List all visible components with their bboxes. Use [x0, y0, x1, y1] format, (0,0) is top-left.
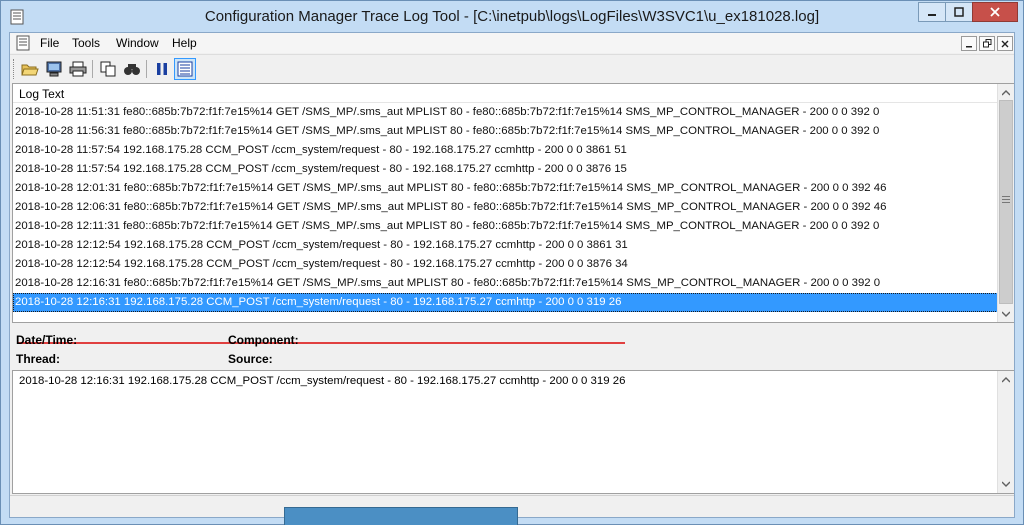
document-icon[interactable] [15, 35, 31, 51]
source-label: Source: [228, 352, 273, 366]
find-icon [124, 64, 140, 75]
title-bar[interactable]: Configuration Manager Trace Log Tool - [… [1, 1, 1023, 32]
window-title: Configuration Manager Trace Log Tool - [… [204, 8, 820, 25]
maximize-icon [954, 7, 964, 17]
scroll-track[interactable] [999, 100, 1013, 304]
log-rows[interactable]: 2018-10-28 11:51:31 fe80::685b:7b72:f1f:… [13, 103, 998, 323]
scroll-down-button[interactable] [998, 305, 1014, 322]
child-restore-button[interactable] [979, 36, 995, 51]
close-button[interactable] [972, 2, 1018, 22]
thread-label: Thread: [16, 352, 61, 366]
component-label: Component: [228, 333, 299, 347]
log-row[interactable]: 2018-10-28 12:12:54 192.168.175.28 CCM_P… [13, 236, 998, 255]
menu-file[interactable]: File [40, 36, 59, 50]
log-row[interactable]: 2018-10-28 11:57:54 192.168.175.28 CCM_P… [13, 160, 998, 179]
datetime-label: Date/Time: [16, 333, 78, 347]
highlight-icon [177, 61, 193, 77]
open-remote-button[interactable] [43, 58, 65, 80]
minimize-icon [966, 45, 972, 47]
copy-icon [100, 61, 116, 77]
log-row[interactable]: 2018-10-28 12:16:31 192.168.175.28 CCM_P… [13, 293, 998, 312]
scroll-up-button[interactable] [998, 84, 1014, 101]
highlight-button[interactable] [174, 58, 196, 80]
menu-bar: File Tools Window Help [10, 33, 1014, 53]
detail-text: 2018-10-28 12:16:31 192.168.175.28 CCM_P… [19, 375, 626, 387]
open-folder-icon [21, 64, 39, 76]
restore-icon [982, 39, 991, 48]
maximize-button[interactable] [945, 2, 973, 22]
taskbar-item[interactable] [284, 507, 518, 525]
child-close-button[interactable] [997, 36, 1013, 51]
toolbar-separator [146, 60, 147, 78]
copy-button[interactable] [97, 58, 119, 80]
pause-icon [157, 63, 167, 75]
log-row[interactable]: 2018-10-28 12:12:54 192.168.175.28 CCM_P… [13, 255, 998, 274]
menu-window[interactable]: Window [116, 36, 159, 50]
log-row[interactable]: 2018-10-28 11:57:54 192.168.175.28 CCM_P… [13, 141, 998, 160]
log-row[interactable]: 2018-10-28 12:06:31 fe80::685b:7b72:f1f:… [13, 198, 998, 217]
scroll-down-button[interactable] [998, 475, 1014, 492]
scroll-up-button[interactable] [998, 371, 1014, 388]
print-icon [69, 61, 87, 77]
menu-tools[interactable]: Tools [72, 36, 100, 50]
close-icon [1001, 40, 1009, 47]
client-area: File Tools Window Help Log Text 2018-10-… [9, 32, 1015, 518]
toolbar [10, 54, 1014, 82]
menu-help[interactable]: Help [172, 36, 197, 50]
toolbar-separator [92, 60, 93, 78]
log-row[interactable]: 2018-10-28 11:51:31 fe80::685b:7b72:f1f:… [13, 103, 998, 122]
detail-text-box[interactable]: 2018-10-28 12:16:31 192.168.175.28 CCM_P… [12, 370, 1014, 494]
computer-icon [46, 61, 62, 77]
toolbar-grip[interactable] [13, 59, 16, 79]
print-button[interactable] [67, 58, 89, 80]
details-panel: Date/Time: Component: Thread: Source: [12, 325, 1014, 370]
log-row[interactable]: 2018-10-28 12:16:31 fe80::685b:7b72:f1f:… [13, 274, 998, 293]
log-row[interactable]: 2018-10-28 12:01:31 fe80::685b:7b72:f1f:… [13, 179, 998, 198]
chevron-up-icon [1002, 89, 1010, 95]
log-column-header[interactable]: Log Text [13, 84, 998, 103]
log-list[interactable]: Log Text 2018-10-28 11:51:31 fe80::685b:… [12, 83, 1014, 344]
close-icon [990, 7, 1000, 17]
pause-button[interactable] [151, 58, 173, 80]
chevron-up-icon [1002, 376, 1010, 382]
minimize-icon [928, 14, 936, 16]
chevron-down-icon [1002, 481, 1010, 487]
log-row[interactable]: 2018-10-28 12:11:31 fe80::685b:7b72:f1f:… [13, 217, 998, 236]
chevron-down-icon [1002, 311, 1010, 317]
open-button[interactable] [19, 58, 41, 80]
find-button[interactable] [121, 58, 143, 80]
child-minimize-button[interactable] [961, 36, 977, 51]
log-scrollbar[interactable] [997, 84, 1014, 322]
log-row[interactable]: 2018-10-28 11:56:31 fe80::685b:7b72:f1f:… [13, 122, 998, 141]
app-window: Configuration Manager Trace Log Tool - [… [0, 0, 1024, 525]
minimize-button[interactable] [918, 2, 946, 22]
detail-scrollbar[interactable] [997, 371, 1014, 493]
